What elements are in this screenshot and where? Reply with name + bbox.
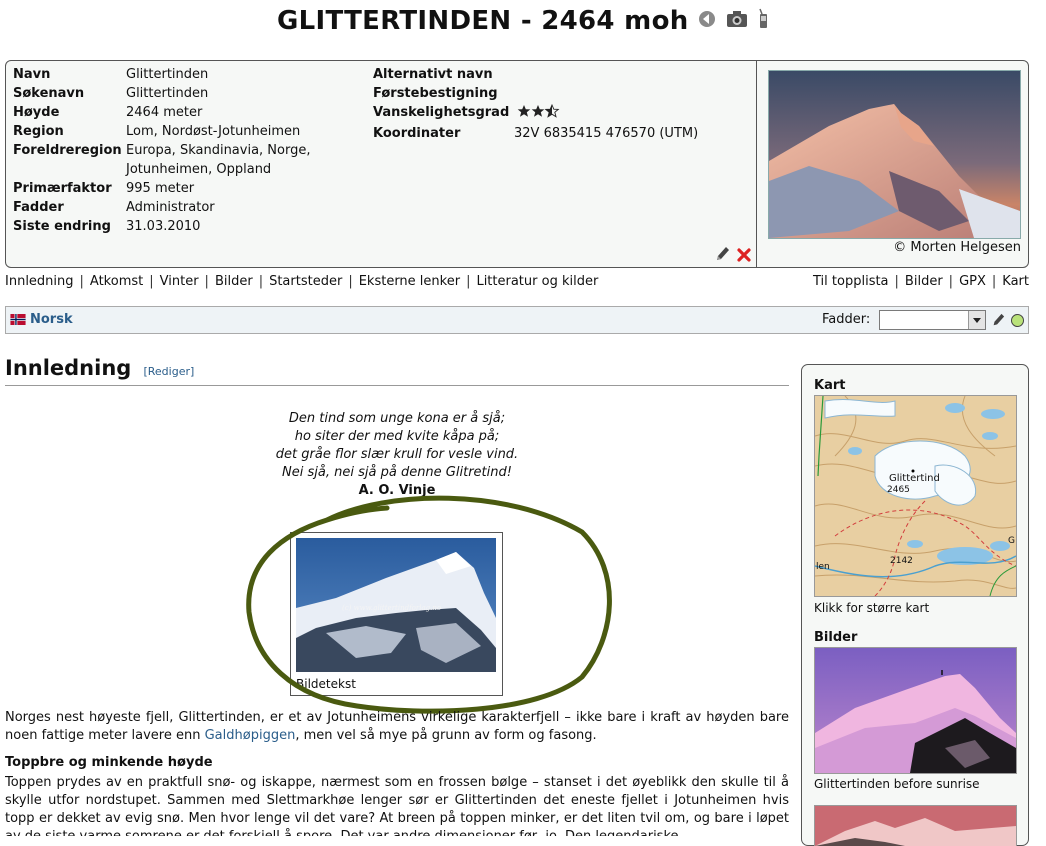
- nav-link-kart[interactable]: Kart: [1002, 274, 1029, 289]
- map-heading: Kart: [814, 378, 846, 393]
- info-value: Glittertinden: [126, 67, 209, 82]
- nav-link-startsteder[interactable]: Startsteder: [269, 274, 342, 289]
- sidebar-photo-2[interactable]: [814, 805, 1017, 846]
- subheading: Toppbre og minkende høyde: [5, 755, 213, 770]
- info-value: 32V 6835415 476570 (UTM): [514, 126, 699, 141]
- nav-link-til-topplista[interactable]: Til topplista: [813, 274, 889, 289]
- section-nav: Innledning | Atkomst | Vinter | Bilder | Startst…: [5, 274, 1029, 292]
- back-icon[interactable]: [697, 9, 717, 33]
- nav-link-gpx[interactable]: GPX: [959, 274, 986, 289]
- poem-line: Nei sjå, nei sjå på denne Glitretind!: [282, 465, 512, 480]
- galdhopiggen-link[interactable]: Galdhøpiggen: [205, 728, 296, 743]
- info-label: Region: [13, 124, 64, 139]
- gps-device-icon[interactable]: [757, 8, 769, 34]
- info-value: Jotunheimen, Oppland: [126, 162, 272, 177]
- map-caption[interactable]: Klikk for større kart: [814, 601, 929, 615]
- info-label: Foreldreregion: [13, 143, 122, 158]
- poem-line: ho siter der med kvite kåpa på;: [294, 429, 500, 444]
- edit-section-link[interactable]: [Rediger]: [143, 365, 194, 378]
- edit-pencil-icon[interactable]: [991, 312, 1005, 332]
- nav-link-atkomst[interactable]: Atkomst: [90, 274, 143, 289]
- info-value: 995 meter: [126, 181, 195, 196]
- nav-link-innledning[interactable]: Innledning: [5, 274, 74, 289]
- section-links: Innledning | Atkomst | Vinter | Bilder | Startst…: [5, 274, 599, 289]
- poem-line: Den tind som unge kona er å sjå;: [288, 411, 506, 426]
- photo-caption: Glittertinden before sunrise: [814, 777, 980, 791]
- info-value: 2464 meter: [126, 105, 203, 120]
- info-label: Fadder: [13, 200, 64, 215]
- intro-text-end: , men vel så mye på grunn av form og fas…: [295, 728, 597, 743]
- map-elevation-label: 2465: [887, 485, 910, 495]
- info-value: Lom, Nordøst-Jotunheimen: [126, 124, 301, 139]
- nav-link-litteratur[interactable]: Litteratur og kilder: [476, 274, 598, 289]
- edit-pencil-icon[interactable]: [714, 245, 730, 267]
- star-icon: [532, 105, 545, 117]
- fadder-label: Fadder:: [822, 312, 871, 327]
- delete-icon[interactable]: [736, 247, 752, 267]
- info-label: Navn: [13, 67, 51, 82]
- info-label: Søkenavn: [13, 86, 85, 101]
- body-paragraph: Toppen prydes av en praktfull snø- og is…: [5, 775, 789, 836]
- info-right-column: Alternativt navn Førstebestigning Vanske…: [373, 65, 698, 143]
- nav-link-vinter[interactable]: Vinter: [160, 274, 199, 289]
- photos-heading: Bilder: [814, 630, 858, 645]
- info-value: 31.03.2010: [126, 219, 201, 234]
- language-bar: Norsk Fadder:: [5, 306, 1029, 334]
- annotation-circle: [246, 495, 612, 714]
- page-title: GLITTERTINDEN - 2464 moh: [277, 6, 689, 36]
- nav-link-bilder[interactable]: Bilder: [215, 274, 253, 289]
- info-label: Koordinater: [373, 126, 461, 141]
- info-label: Alternativt navn: [373, 67, 493, 82]
- norway-flag-icon: [10, 314, 26, 329]
- star-icon: [518, 105, 531, 117]
- page-header: GLITTERTINDEN - 2464 moh: [0, 6, 1046, 36]
- nav-link-bilder-right[interactable]: Bilder: [905, 274, 943, 289]
- info-label: Høyde: [13, 105, 60, 120]
- language-link[interactable]: Norsk: [30, 312, 73, 327]
- info-value: Europa, Skandinavia, Norge,: [126, 143, 311, 158]
- info-left-column: Navn Glittertinden Søkenavn Glittertinden …: [13, 65, 311, 236]
- map-edge-label: G: [1008, 536, 1015, 546]
- map-edge-label: len: [816, 562, 830, 572]
- status-circle-icon[interactable]: [1010, 313, 1025, 332]
- difficulty-rating: [517, 103, 561, 124]
- main-photo-cell: © Morten Helgesen: [756, 61, 1029, 267]
- photo-credit: © Morten Helgesen: [893, 240, 1021, 255]
- info-label: Primærfaktor: [13, 181, 112, 196]
- sidebar: Kart Glittertind 2465 2142 len G Klikk f…: [801, 364, 1029, 846]
- map-peak-label: Glittertind: [889, 473, 940, 484]
- fadder-select[interactable]: [879, 310, 986, 330]
- info-value: Administrator: [126, 200, 215, 215]
- map-elevation-label: 2142: [890, 556, 913, 566]
- nav-link-eksterne-lenker[interactable]: Eksterne lenker: [359, 274, 460, 289]
- main-photo[interactable]: [768, 70, 1021, 239]
- heading-divider: [5, 385, 789, 386]
- poem-line: det gråe flor slær krull for vesle vind.: [275, 447, 519, 462]
- chevron-down-icon[interactable]: [968, 311, 985, 329]
- camera-icon[interactable]: [725, 9, 749, 33]
- info-label: Vanskelighetsgrad: [373, 105, 510, 120]
- sidebar-photo-1[interactable]: [814, 647, 1017, 774]
- info-label: Førstebestigning: [373, 86, 498, 101]
- section-heading: Innledning: [5, 356, 132, 380]
- intro-paragraph: Norges nest høyeste fjell, Glittertinden…: [5, 709, 789, 745]
- poem-quote: Den tind som unge kona er å sjå; ho site…: [5, 410, 789, 500]
- page-links: Til topplista | Bilder | GPX | Kart: [813, 274, 1029, 289]
- info-label: Siste endring: [13, 219, 111, 234]
- info-value: Glittertinden: [126, 86, 209, 101]
- mountain-info-box: Navn Glittertinden Søkenavn Glittertinden …: [5, 60, 1029, 268]
- map-thumbnail[interactable]: Glittertind 2465 2142 len G: [814, 395, 1017, 597]
